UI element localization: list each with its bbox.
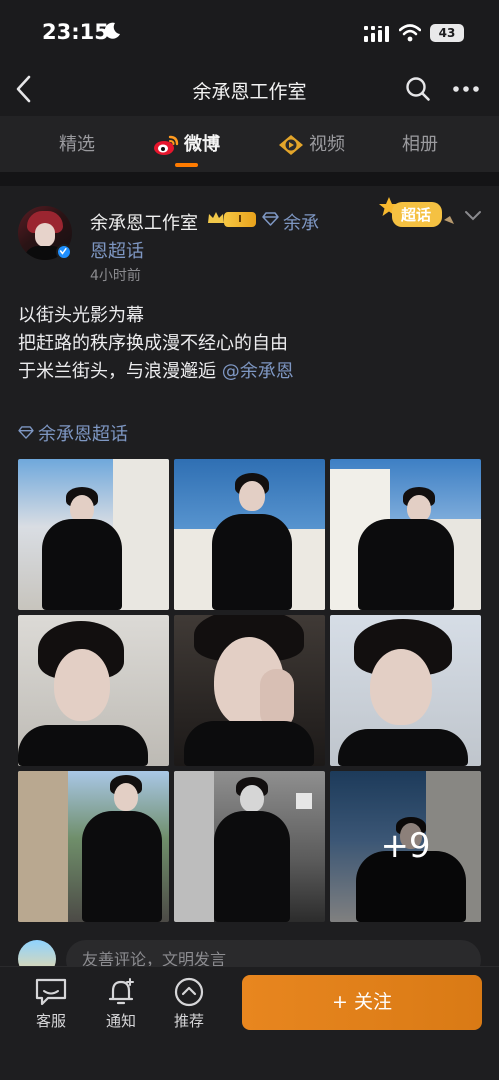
wifi-icon bbox=[399, 24, 421, 42]
author-name[interactable]: 余承恩工作室 bbox=[90, 209, 198, 235]
customer-service-button[interactable]: 客服 bbox=[19, 977, 83, 1031]
search-icon[interactable] bbox=[405, 76, 431, 102]
active-tab-indicator bbox=[175, 163, 198, 167]
tab-album[interactable]: 相册 bbox=[402, 116, 438, 172]
recommend-button[interactable]: 推荐 bbox=[157, 977, 221, 1031]
moon-icon bbox=[104, 22, 120, 39]
video-icon bbox=[279, 135, 303, 155]
section-divider bbox=[0, 172, 499, 186]
battery-icon: 43 bbox=[430, 24, 464, 42]
status-time: 23:15 bbox=[42, 20, 109, 44]
topic-inline-link[interactable]: 余承 bbox=[283, 209, 319, 235]
photo-1[interactable] bbox=[18, 459, 169, 610]
photo-grid: +9 bbox=[18, 459, 481, 922]
signal-icon bbox=[364, 26, 389, 42]
photo-2[interactable] bbox=[174, 459, 325, 610]
crown-icon bbox=[208, 212, 224, 223]
tab-video[interactable]: 视频 bbox=[309, 116, 345, 172]
mention-link[interactable]: @余承恩 bbox=[222, 361, 294, 382]
topic-link[interactable]: 余承恩超话 bbox=[18, 420, 128, 446]
photo-5[interactable] bbox=[174, 615, 325, 766]
more-icon[interactable] bbox=[452, 82, 480, 96]
follow-button[interactable]: + 关注 bbox=[242, 975, 482, 1030]
status-bar: 23:15 43 bbox=[0, 0, 499, 64]
bottom-label: 通知 bbox=[105, 1012, 136, 1030]
bottom-label: 客服 bbox=[35, 1012, 66, 1030]
photo-8[interactable] bbox=[174, 771, 325, 922]
supertopic-label: 超话 bbox=[401, 206, 432, 224]
nav-bar: 余承恩工作室 bbox=[0, 64, 499, 116]
bottom-label: 推荐 bbox=[173, 1012, 204, 1030]
recommend-icon bbox=[174, 977, 204, 1007]
supertopic-badge[interactable]: 超话 bbox=[378, 196, 460, 232]
post-time: 4小时前 bbox=[90, 268, 141, 284]
photo-9[interactable]: +9 bbox=[330, 771, 481, 922]
diamond-icon bbox=[262, 212, 279, 226]
photo-6[interactable] bbox=[330, 615, 481, 766]
customer-service-icon bbox=[35, 978, 67, 1006]
post-text: 以街头光影为幕 把赶路的秩序换成漫不经心的自由 于米兰街头，与浪漫邂逅 @余承恩 bbox=[18, 302, 294, 386]
bell-icon bbox=[108, 978, 134, 1005]
photo-4[interactable] bbox=[18, 615, 169, 766]
tab-bar: 精选 微博 视频 相册 bbox=[0, 116, 499, 172]
post-text-line: 以街头光影为幕 bbox=[18, 305, 144, 326]
topic-link-label: 余承恩超话 bbox=[38, 424, 128, 445]
post-card: 余承恩工作室 I 余承 恩超话 4小时前 超话 以街头光影为幕 把赶路的秩序换成… bbox=[0, 186, 499, 980]
notification-button[interactable]: 通知 bbox=[89, 977, 153, 1031]
chevron-down-icon[interactable] bbox=[464, 210, 482, 222]
photo-7[interactable] bbox=[18, 771, 169, 922]
level-badge: I bbox=[224, 212, 256, 227]
photo-3[interactable] bbox=[330, 459, 481, 610]
weibo-icon bbox=[154, 135, 179, 155]
tab-featured[interactable]: 精选 bbox=[59, 116, 95, 172]
diamond-icon bbox=[18, 426, 34, 439]
bottom-bar: 客服 通知 推荐 + 关注 bbox=[0, 966, 499, 1080]
topic-inline-link-cont[interactable]: 恩超话 bbox=[90, 237, 144, 263]
verified-icon bbox=[56, 244, 72, 260]
post-text-line: 把赶路的秩序换成漫不经心的自由 bbox=[18, 333, 288, 354]
more-photos-count: +9 bbox=[330, 771, 481, 922]
post-text-line: 于米兰街头，与浪漫邂逅 bbox=[18, 361, 216, 382]
